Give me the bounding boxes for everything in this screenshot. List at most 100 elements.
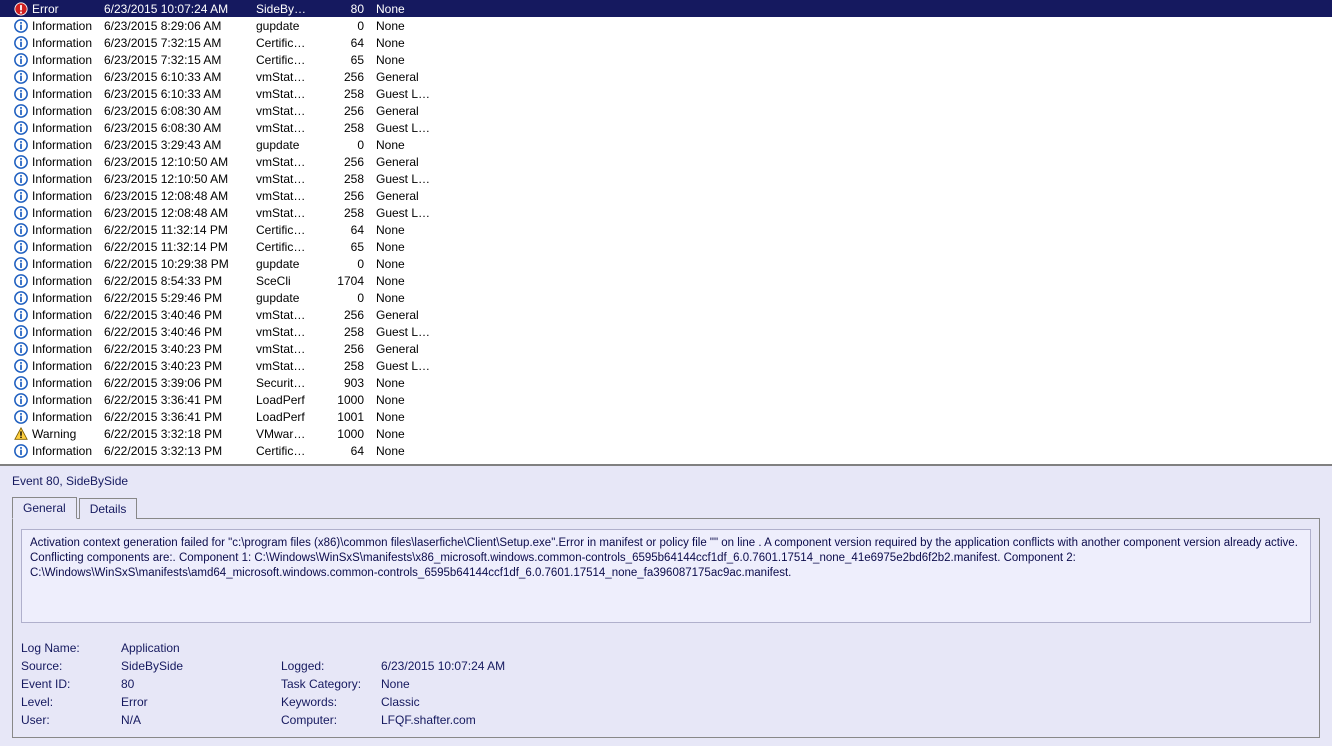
event-category: None: [372, 136, 442, 153]
event-source: gupdate: [252, 17, 326, 34]
table-row[interactable]: Information6/23/2015 6:08:30 AMvmStat…25…: [0, 102, 1332, 119]
table-row[interactable]: Information6/22/2015 11:32:14 PMCertific…: [0, 238, 1332, 255]
table-row[interactable]: Information6/22/2015 11:32:14 PMCertific…: [0, 221, 1332, 238]
event-level: Information: [32, 36, 92, 50]
event-level: Information: [32, 240, 92, 254]
table-row[interactable]: Information6/22/2015 5:29:46 PMgupdate0N…: [0, 289, 1332, 306]
table-row[interactable]: Information 6/23/2015 7:32:15 AMCertific……: [0, 34, 1332, 51]
event-id: 258: [326, 85, 372, 102]
event-level: Information: [32, 53, 92, 67]
event-date: 6/22/2015 3:40:46 PM: [100, 306, 252, 323]
tab-general[interactable]: General: [12, 497, 77, 519]
event-category: None: [372, 425, 442, 442]
label-keywords: Keywords:: [281, 695, 381, 709]
event-level: Information: [32, 121, 92, 135]
table-row[interactable]: Information6/22/2015 3:39:06 PMSecurit…9…: [0, 374, 1332, 391]
table-row[interactable]: Information6/23/2015 12:10:50 AMvmStat…2…: [0, 170, 1332, 187]
table-row[interactable]: Error6/23/2015 10:07:24 AMSideBy…80None: [0, 0, 1332, 17]
table-row[interactable]: Information6/23/2015 7:32:15 AMCertific……: [0, 51, 1332, 68]
value-log-name: Application: [121, 641, 281, 655]
tab-details[interactable]: Details: [79, 498, 138, 519]
event-date: 6/23/2015 12:08:48 AM: [100, 187, 252, 204]
table-row[interactable]: Information6/22/2015 3:40:46 PMvmStat…25…: [0, 323, 1332, 340]
event-table[interactable]: Error6/23/2015 10:07:24 AMSideBy…80None I…: [0, 0, 1332, 459]
information-icon: [14, 53, 28, 67]
event-date: 6/23/2015 7:32:15 AM: [100, 34, 252, 51]
table-row[interactable]: Information6/23/2015 6:10:33 AMvmStat…25…: [0, 85, 1332, 102]
table-row[interactable]: Information6/22/2015 8:54:33 PMSceCli170…: [0, 272, 1332, 289]
event-category: None: [372, 238, 442, 255]
event-level: Information: [32, 376, 92, 390]
event-date: 6/23/2015 7:32:15 AM: [100, 51, 252, 68]
value-level: Error: [121, 695, 281, 709]
event-date: 6/23/2015 6:10:33 AM: [100, 85, 252, 102]
event-id: 256: [326, 306, 372, 323]
error-icon: [14, 2, 28, 16]
event-date: 6/23/2015 8:29:06 AM: [100, 17, 252, 34]
event-date: 6/22/2015 11:32:14 PM: [100, 221, 252, 238]
event-category: None: [372, 442, 442, 459]
value-task: None: [381, 677, 581, 691]
event-id: 1000: [326, 425, 372, 442]
event-category: None: [372, 374, 442, 391]
event-level: Information: [32, 206, 92, 220]
event-source: vmStat…: [252, 340, 326, 357]
event-list-pane: Error6/23/2015 10:07:24 AMSideBy…80None I…: [0, 0, 1332, 466]
event-source: gupdate: [252, 255, 326, 272]
table-row[interactable]: Warning6/22/2015 3:32:18 PMVMwar…1000Non…: [0, 425, 1332, 442]
event-category: General: [372, 340, 442, 357]
table-row[interactable]: Information6/22/2015 3:40:23 PMvmStat…25…: [0, 340, 1332, 357]
information-icon: [14, 87, 28, 101]
information-icon: [14, 393, 28, 407]
detail-tabs: General Details: [12, 497, 1324, 519]
table-row[interactable]: Information6/22/2015 3:40:23 PMvmStat…25…: [0, 357, 1332, 374]
event-date: 6/23/2015 12:08:48 AM: [100, 204, 252, 221]
event-id: 1704: [326, 272, 372, 289]
warning-icon: [14, 427, 28, 441]
event-category: Guest L…: [372, 357, 442, 374]
table-row[interactable]: Information6/22/2015 3:40:46 PMvmStat…25…: [0, 306, 1332, 323]
event-source: vmStat…: [252, 357, 326, 374]
event-category: None: [372, 391, 442, 408]
event-level: Information: [32, 172, 92, 186]
label-level: Level:: [21, 695, 121, 709]
event-level: Information: [32, 104, 92, 118]
event-date: 6/22/2015 3:36:41 PM: [100, 408, 252, 425]
table-row[interactable]: Information6/22/2015 3:36:41 PMLoadPerf1…: [0, 408, 1332, 425]
event-source: vmStat…: [252, 170, 326, 187]
table-row[interactable]: Information6/23/2015 6:08:30 AMvmStat…25…: [0, 119, 1332, 136]
table-row[interactable]: Information6/23/2015 12:08:48 AMvmStat…2…: [0, 187, 1332, 204]
table-row[interactable]: Information6/23/2015 8:29:06 AMgupdate0N…: [0, 17, 1332, 34]
event-category: None: [372, 272, 442, 289]
event-date: 6/22/2015 3:40:23 PM: [100, 357, 252, 374]
table-row[interactable]: Information6/23/2015 12:10:50 AMvmStat…2…: [0, 153, 1332, 170]
table-row[interactable]: Information6/22/2015 3:36:41 PMLoadPerf1…: [0, 391, 1332, 408]
event-category: General: [372, 153, 442, 170]
table-row[interactable]: Information6/22/2015 3:32:13 PMCertific……: [0, 442, 1332, 459]
event-level: Information: [32, 342, 92, 356]
event-level: Information: [32, 155, 92, 169]
event-id: 256: [326, 68, 372, 85]
table-row[interactable]: Information6/23/2015 12:08:48 AMvmStat…2…: [0, 204, 1332, 221]
label-user: User:: [21, 713, 121, 727]
event-source: vmStat…: [252, 85, 326, 102]
event-id: 258: [326, 357, 372, 374]
event-properties: Log Name: Application Source: SideBySide…: [21, 641, 1311, 727]
table-row[interactable]: Information6/22/2015 10:29:38 PMgupdate0…: [0, 255, 1332, 272]
value-computer: LFQF.shafter.com: [381, 713, 581, 727]
event-level: Information: [32, 70, 92, 84]
event-id: 903: [326, 374, 372, 391]
table-row[interactable]: Information6/23/2015 6:10:33 AMvmStat…25…: [0, 68, 1332, 85]
table-row[interactable]: Information6/23/2015 3:29:43 AMgupdate0N…: [0, 136, 1332, 153]
event-date: 6/23/2015 12:10:50 AM: [100, 170, 252, 187]
event-level: Information: [32, 291, 92, 305]
event-id: 0: [326, 289, 372, 306]
event-level: Information: [32, 19, 92, 33]
event-level: Warning: [32, 427, 76, 441]
value-source: SideBySide: [121, 659, 281, 673]
event-source: VMwar…: [252, 425, 326, 442]
information-icon: [14, 257, 28, 271]
event-level: Information: [32, 410, 92, 424]
event-category: General: [372, 187, 442, 204]
event-source: Certific…: [252, 34, 326, 51]
